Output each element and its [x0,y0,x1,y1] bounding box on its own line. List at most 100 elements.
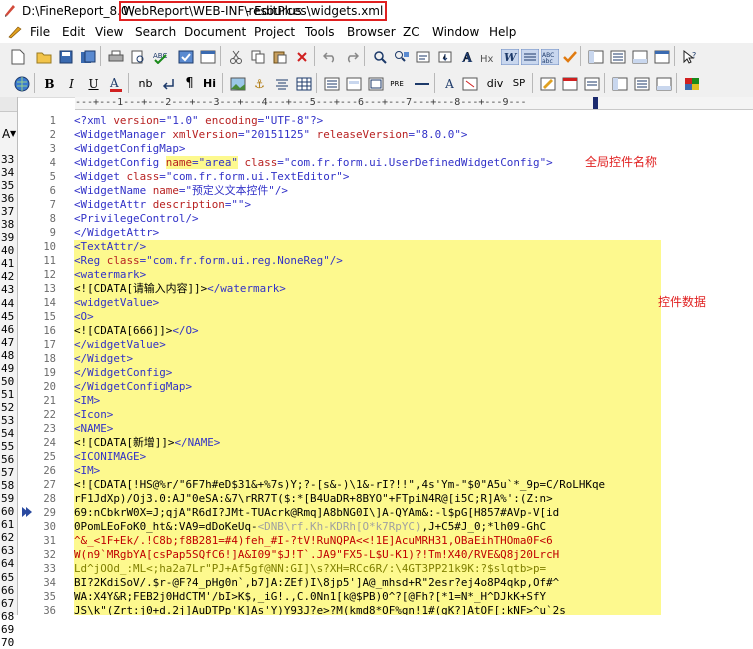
code-editor[interactable]: <?xml version="1.0" encoding="UTF-8"?> <… [74,110,753,615]
svg-text:abc: abc [542,58,553,65]
hex-icon[interactable]: Hx [478,47,497,66]
center-icon[interactable] [272,74,291,93]
menu-tools[interactable]: Tools [305,25,335,39]
hi-icon[interactable]: Hi [200,74,219,93]
save-icon[interactable] [56,47,75,66]
left-line-number: 35 [1,179,15,193]
output-icon[interactable] [652,47,671,66]
toggle-panel-icon[interactable] [586,47,605,66]
gutter-line-number: 30 [43,521,56,533]
menu-browser[interactable]: Browser [347,25,396,39]
save-all-icon[interactable] [78,47,97,66]
left-line-number: 63 [1,544,15,558]
cliptext-panel[interactable]: A ▼ 33 34 35 36 37 38 39 40 41 42 43 44 45 46 47 48 49 50… [0,97,18,649]
menu-document[interactable]: Document [184,25,246,39]
anchor-icon[interactable]: ⚓ [250,74,269,93]
chevron-down-icon[interactable]: ▼ [10,129,16,138]
left-line-number: 39 [1,231,15,245]
font-color-icon[interactable]: A [106,74,125,93]
line-number-gutter: 1 2 3 4 5 6 7 8 9 10 11 12 13 14 15 16 17 18 19 20 21 22 23 24 2… [18,110,62,617]
toggle-view-icon[interactable] [610,74,629,93]
nbsp-icon[interactable]: nb [136,74,155,93]
settings-icon[interactable] [176,47,195,66]
output-window-icon[interactable] [654,74,673,93]
gutter-line-number: 18 [43,353,56,365]
redo-icon[interactable] [342,47,361,66]
sp-icon[interactable]: SP [508,74,530,93]
code-line-29: 69:nCbkrW0X=J;qjA"R6dI?JMt-TUAcrk@Rmq]A8… [74,506,560,519]
open-folder-icon[interactable] [34,47,53,66]
find-replace-icon[interactable] [392,47,411,66]
directory-icon[interactable] [608,47,627,66]
gutter-line-number: 31 [43,535,56,547]
menu-project[interactable]: Project [254,25,295,39]
paste-icon[interactable] [270,47,289,66]
style-icon[interactable]: A [440,74,459,93]
print-icon[interactable] [106,47,125,66]
cliptext-icon[interactable] [632,74,651,93]
undo-icon[interactable] [320,47,339,66]
gutter-line-number: 15 [43,311,56,323]
pre-icon[interactable]: PRE [386,74,408,93]
toolbar-separator [100,46,101,66]
calendar-icon[interactable] [560,74,579,93]
left-line-number: 50 [1,374,15,388]
menu-bar: File Edit View Search Document Project T… [0,22,753,42]
menu-search[interactable]: Search [135,25,176,39]
code-line-22: <Icon> [74,408,114,421]
code-line-18: </Widget> [74,352,134,365]
check-icon[interactable] [560,47,579,66]
toolbar-separator [532,73,533,93]
line-number-icon[interactable] [520,47,539,66]
browser-globe-icon[interactable] [12,74,31,93]
code-line-20: </WidgetConfigMap> [74,380,193,393]
color-picker-icon[interactable] [682,74,701,93]
code-line-3: <WidgetConfigMap> [74,142,186,155]
code-line-14: <widgetValue> [74,296,160,309]
style-box-icon[interactable] [460,74,479,93]
find-next-icon[interactable] [414,47,433,66]
form-icon[interactable] [344,74,363,93]
abc-icon[interactable]: ABC abc [540,47,559,66]
font-selector-label[interactable]: A [2,127,10,141]
print-preview-icon[interactable] [128,47,147,66]
help-cursor-icon[interactable]: ? [680,47,699,66]
delete-icon[interactable] [292,47,311,66]
menu-window[interactable]: Window [432,25,479,39]
code-line-16: <![CDATA[666]]></O> [74,324,199,337]
browser-preview-icon[interactable] [198,47,217,66]
word-wrap-icon[interactable]: W [500,47,519,66]
copy-icon[interactable] [248,47,267,66]
br-icon[interactable] [158,74,177,93]
table-icon[interactable] [294,74,313,93]
menu-zc[interactable]: ZC [403,25,420,39]
left-line-number: 37 [1,205,15,219]
hr-icon[interactable] [412,74,431,93]
para-icon[interactable]: ¶ [180,74,199,93]
div-icon[interactable]: div [484,74,506,93]
italic-icon[interactable]: I [62,74,81,93]
cut-icon[interactable] [226,47,245,66]
spell-check-icon[interactable]: ABC [150,47,169,66]
list-icon[interactable] [322,74,341,93]
menu-view[interactable]: View [95,25,123,39]
underline-icon[interactable]: U [84,74,103,93]
window-icon[interactable] [630,47,649,66]
code-line-33: Ld^jOOd_:ML<;ha2a7Lr"PJ+Af5gf@NN:GI]\s?X… [74,562,547,575]
bold-icon[interactable]: B [40,74,59,93]
goto-line-icon[interactable] [436,47,455,66]
preview-icon[interactable] [538,74,557,93]
image-icon[interactable] [228,74,247,93]
menu-edit[interactable]: Edit [62,25,85,39]
find-icon[interactable] [370,47,389,66]
font-a-icon[interactable]: A [458,47,477,66]
menu-help[interactable]: Help [489,25,516,39]
left-line-number: 48 [1,348,15,362]
frame-icon[interactable] [366,74,385,93]
preview2-icon[interactable] [582,74,601,93]
toolbar-separator [674,46,675,66]
ruler: ---+---1---+---2---+---3---+---4---+---5… [75,97,753,110]
menu-file[interactable]: File [30,25,50,39]
code-line-21: <IM> [74,394,101,407]
new-file-icon[interactable] [8,47,27,66]
